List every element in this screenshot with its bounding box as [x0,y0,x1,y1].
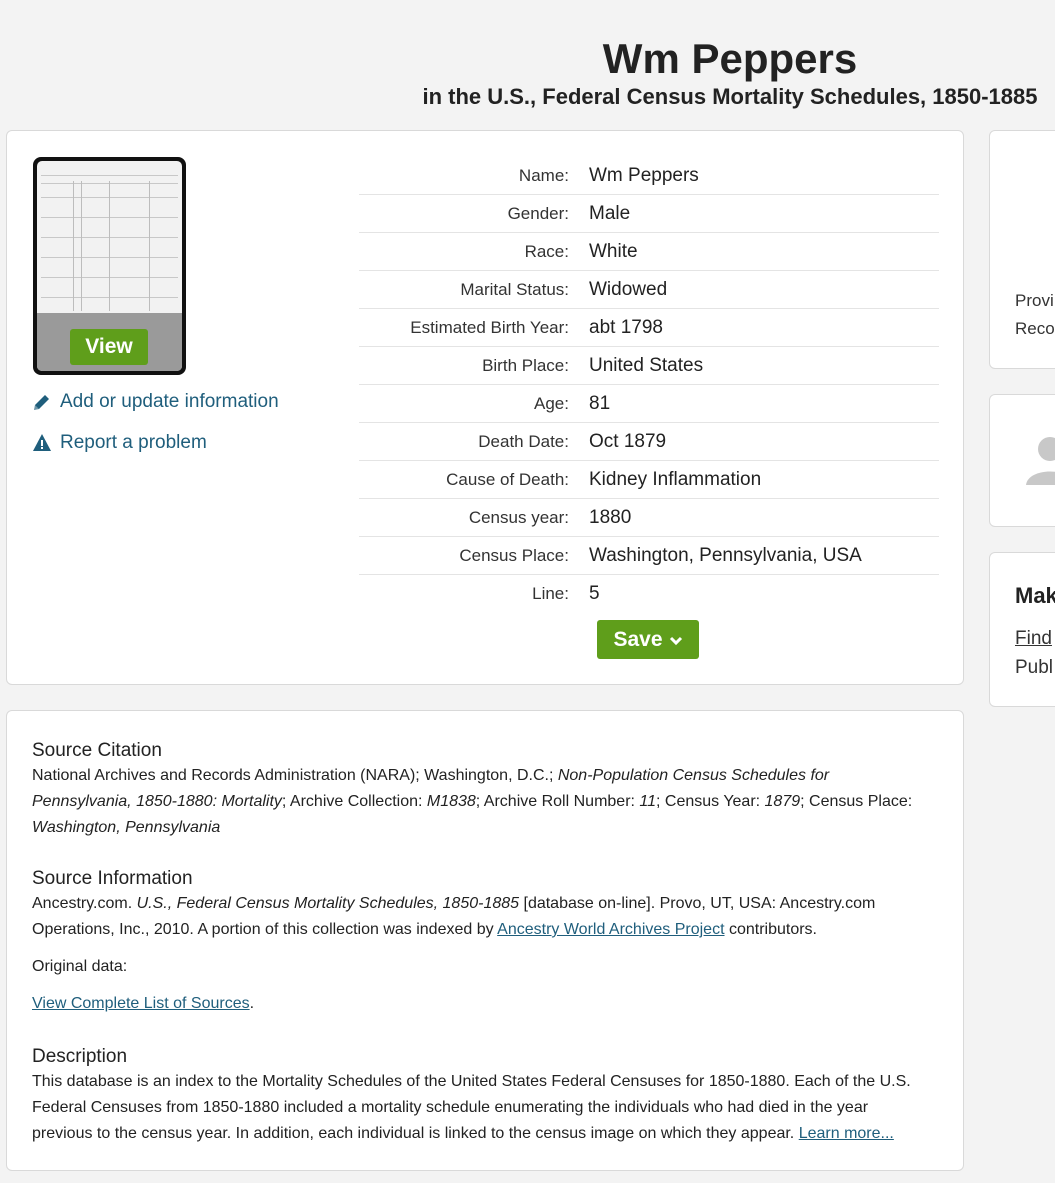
field-row-census-place: Census Place: Washington, Pennsylvania, U… [359,537,939,575]
page-title: Wm Peppers [602,35,858,82]
original-data-label: Original data: [32,958,128,975]
field-row-gender: Gender: Male [359,195,939,233]
field-label: Name: [518,165,569,185]
save-label: Save [613,627,663,651]
world-archives-project-link[interactable]: Ancestry World Archives Project [497,921,724,938]
field-value: White [589,240,638,262]
field-label: Race: [524,241,569,261]
report-problem-link[interactable]: Report a problem [32,432,207,454]
source-citation-heading: Source Citation [32,740,162,761]
save-button[interactable]: Save [597,620,699,659]
record-image-thumbnail[interactable]: View [33,157,186,375]
field-label: Census Place: [459,545,569,565]
field-row-age: Age: 81 [359,385,939,423]
field-value: United States [589,354,704,376]
add-update-link[interactable]: Add or update information [32,391,279,413]
field-row-cause-of-death: Cause of Death: Kidney Inflammation [359,461,939,499]
complete-list-section: View Complete List of Sources. [32,995,255,1012]
description-heading: Description [32,1046,128,1067]
source-citation-text: National Archives and Records Administra… [32,767,913,836]
source-card: Source Citation National Archives and Re… [6,710,964,1171]
field-value: Oct 1879 [589,430,667,452]
field-row-death-date: Death Date: Oct 1879 [359,423,939,461]
field-value: Kidney Inflammation [589,468,762,490]
add-update-label[interactable]: Add or update information [60,391,279,413]
sidebar-card-profile [989,394,1055,527]
sidebar-provider-line: Provi [1015,291,1054,310]
field-value: Washington, Pennsylvania, USA [589,544,862,566]
sidebar-record-line: Recor [1015,319,1055,338]
field-label: Birth Place: [482,355,569,375]
learn-more-link[interactable]: Learn more... [799,1125,894,1142]
sidebar-card-make: Mak Find Publ [989,552,1055,707]
view-complete-list-link[interactable]: View Complete List of Sources [32,995,250,1012]
record-fields: Name: Wm Peppers Gender: Male Race: White M… [359,157,939,612]
source-information-text: Ancestry.com. U.S., Federal Census Morta… [32,895,876,938]
pencil-icon [32,392,52,412]
field-label: Age: [534,393,569,413]
description-section: Description This database is an index to… [32,1045,932,1147]
sidebar-publ-text: Publ [1015,657,1054,678]
field-label: Line: [532,583,569,603]
field-label: Estimated Birth Year: [410,317,569,337]
sidebar-find-link[interactable]: Find [1015,628,1052,650]
field-row-marital-status: Marital Status: Widowed [359,271,939,309]
report-problem-label[interactable]: Report a problem [60,432,207,454]
source-information-section: Source Information Ancestry.com. U.S., F… [32,867,932,943]
field-value: Widowed [589,278,668,300]
field-label: Gender: [507,203,569,223]
field-value: 5 [589,582,600,604]
field-row-line: Line: 5 [359,575,939,612]
chevron-down-icon [669,628,683,652]
person-silhouette-icon [1020,429,1055,494]
field-label: Cause of Death: [446,469,569,489]
sidebar-make-heading: Mak [1015,583,1055,608]
source-citation-section: Source Citation National Archives and Re… [32,739,932,841]
field-value: abt 1798 [589,316,663,338]
collection-subtitle: in the U.S., Federal Census Mortality Sc… [422,84,1038,109]
field-row-name: Name: Wm Peppers [359,157,939,195]
field-row-birth-year: Estimated Birth Year: abt 1798 [359,309,939,347]
field-value: 81 [589,392,611,414]
field-row-birth-place: Birth Place: United States [359,347,939,385]
field-value: Male [589,202,631,224]
description-text: This database is an index to the Mortali… [32,1073,911,1142]
field-label: Marital Status: [460,279,569,299]
source-information-heading: Source Information [32,868,193,889]
field-row-census-year: Census year: 1880 [359,499,939,537]
sidebar-card-provider: Provi Recor [989,130,1055,369]
field-label: Census year: [468,507,569,527]
field-label: Death Date: [478,431,569,451]
field-row-race: Race: White [359,233,939,271]
field-value: 1880 [589,506,632,528]
page-header: Wm Peppers in the U.S., Federal Census M… [400,34,1055,110]
original-data-section: Original data: [32,954,932,980]
view-image-button[interactable]: View [70,329,148,365]
field-value: Wm Peppers [589,164,699,186]
record-card: View Add or update information Report a … [6,130,964,685]
warning-icon [32,433,52,453]
